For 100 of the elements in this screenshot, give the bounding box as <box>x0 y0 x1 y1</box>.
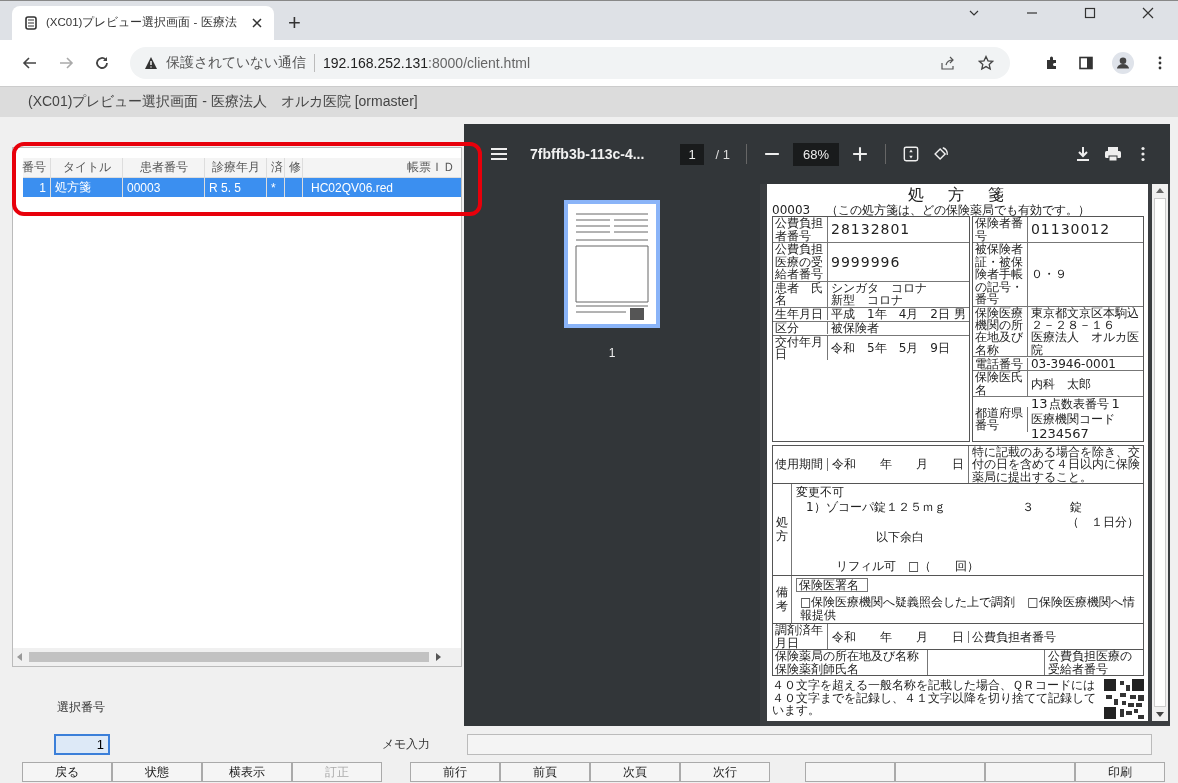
drug-unit: 錠 <box>1070 500 1082 514</box>
function-button[interactable]: 印刷 <box>1075 762 1165 783</box>
form-label: 交付年月日 <box>773 335 828 361</box>
column-header[interactable]: 診療年月 <box>205 158 267 178</box>
scroll-down-icon[interactable] <box>1156 711 1164 718</box>
warning-icon <box>144 56 158 71</box>
form-value: 東京都文京区本駒込２－２８－１６ <box>1030 306 1140 332</box>
form-label: 患者 氏名 <box>773 281 828 307</box>
table-cell: R 5. 5 <box>205 178 267 198</box>
side-panel-icon[interactable] <box>1078 55 1094 72</box>
form-value: 9999996 <box>831 254 901 270</box>
thumbnail-label: 1 <box>608 346 616 361</box>
print-icon[interactable] <box>1104 146 1122 163</box>
form-label: 使用期間 <box>773 458 828 471</box>
new-tab-button[interactable]: + <box>288 10 301 35</box>
security-label: 保護されていない通信 <box>166 54 306 73</box>
form-value: 内科 太郎 <box>1030 377 1091 391</box>
form-label: 保険医署名 <box>796 577 868 593</box>
column-header[interactable]: 患者番号 <box>123 158 205 178</box>
column-header[interactable]: 番号 <box>23 158 51 178</box>
vertical-scrollbar[interactable] <box>1152 184 1168 722</box>
function-button[interactable]: 次頁 <box>590 762 680 783</box>
form-label: 保険医療機関の所在地及び名称 <box>972 306 1028 357</box>
drug-name: 1）ゾコーパ錠１２５ｍｇ <box>806 500 947 514</box>
scroll-up-icon[interactable] <box>1156 188 1164 195</box>
horizontal-scrollbar[interactable] <box>13 648 461 667</box>
form-value: 新型 コロナ <box>831 294 904 307</box>
qr-code-drawing <box>1104 679 1144 720</box>
profile-avatar-icon[interactable] <box>1112 52 1134 75</box>
function-button[interactable]: 状態 <box>112 762 202 783</box>
form-value: 1 <box>1111 397 1120 411</box>
form-value: 男 <box>953 307 966 321</box>
close-icon[interactable] <box>252 17 262 28</box>
memo-field[interactable] <box>467 734 1152 756</box>
form-label: 公費負担者番号 <box>773 217 828 243</box>
table-cell: 00003 <box>123 178 205 198</box>
form-value: ０・９ <box>1030 268 1067 281</box>
rotate-icon[interactable] <box>932 146 951 163</box>
form-label: 公費負担者番号 <box>968 630 1067 643</box>
drug-quantity: ３ <box>1022 500 1034 514</box>
select-number-field[interactable]: 1 <box>54 734 110 756</box>
url-text: 192.168.252.131:8000/client.html <box>323 55 531 72</box>
patient-code: 00003 <box>772 203 811 217</box>
form-value: 被保険者 <box>831 321 879 335</box>
form-label: 公費負担医療の受給者番号 <box>773 243 828 281</box>
column-header[interactable]: 帳票ＩＤ <box>303 158 461 178</box>
form-value: 令和 5年 5月 9日 <box>831 341 950 355</box>
form-label: 保険医氏名 <box>972 371 1028 397</box>
form-label: 被保険者証・被保険者手帳の記号・番号 <box>972 243 1028 306</box>
function-button[interactable]: 次行 <box>680 762 770 783</box>
form-label: 調剤済年月日 <box>773 624 828 650</box>
form-note: □保険医療機関へ疑義照会した上で調剤 □保険医療機関へ情報提供 <box>799 596 1136 622</box>
address-bar[interactable]: 保護されていない通信 192.168.252.131:8000/client.html <box>130 47 1010 80</box>
form-label: 保険薬剤師氏名 <box>775 662 859 676</box>
file-name: 7fbffb3b-113c-4... <box>530 146 645 163</box>
table-cell: 処方箋 <box>51 178 123 198</box>
form-value: 点数表番号 <box>1049 397 1110 411</box>
form-value: 1234567 <box>1030 427 1089 441</box>
maximize-icon[interactable] <box>1084 7 1096 20</box>
reload-icon[interactable] <box>94 55 110 72</box>
form-value: シンガタ コロナ <box>831 281 927 295</box>
form-note: 変更不可 <box>796 486 845 499</box>
dosage-days: （ １日分） <box>1067 516 1139 529</box>
close-icon[interactable] <box>1142 7 1154 20</box>
refill-note: リフィル可 □（ 回） <box>835 560 981 573</box>
share-icon[interactable] <box>940 55 956 72</box>
zoom-in-icon[interactable] <box>851 146 870 163</box>
zoom-field[interactable]: 68% <box>793 142 840 166</box>
form-label: 処方 <box>773 484 792 575</box>
scroll-right-icon[interactable] <box>435 653 441 662</box>
tab-title: (XC01)プレビュー選択画面 - 医療法 <box>46 15 238 31</box>
menu-icon[interactable] <box>490 146 508 163</box>
column-header[interactable]: 修 <box>285 158 303 178</box>
app-icon <box>24 15 38 30</box>
table-cell: 1 <box>23 178 51 198</box>
fit-page-icon[interactable] <box>902 146 921 163</box>
form-value: 医療法人 オルカ医院 <box>1030 331 1140 357</box>
page-total: / 1 <box>715 146 731 162</box>
memo-label: メモ入力 <box>382 736 430 754</box>
table-cell: * <box>267 178 285 198</box>
footer-note: ４０文字を超える一般名称を記載した場合、ＱＲコードには４０文字までを記録し、４１文字以降を切り捨てて記録しています。 <box>772 679 1096 717</box>
function-button[interactable]: 戻る <box>22 762 112 783</box>
star-icon[interactable] <box>978 55 994 72</box>
page-thumbnail[interactable] <box>564 200 660 329</box>
form-note: 特に記載のある場合を除き、交付の日を含めて４日以内に保険薬局に提出すること。 <box>968 445 1143 484</box>
form-value: 令和 年 月 日 <box>831 630 965 643</box>
function-button[interactable]: 横表示 <box>202 762 292 783</box>
browser-tab[interactable]: (XC01)プレビュー選択画面 - 医療法 <box>12 5 274 40</box>
form-label: 都道府県番号 <box>972 406 1028 432</box>
form-label: 備考 <box>773 575 792 624</box>
function-button[interactable]: 前行 <box>410 762 500 783</box>
function-button[interactable]: 前頁 <box>500 762 590 783</box>
download-icon[interactable] <box>1074 146 1092 163</box>
form-value: 28132801 <box>831 222 911 237</box>
form-value: 13 <box>1030 397 1048 411</box>
column-header[interactable]: 済 <box>267 158 285 178</box>
page-number-field[interactable]: 1 <box>680 143 704 165</box>
form-value: 令和 年 月 日 <box>831 458 965 471</box>
column-header[interactable]: タイトル <box>51 158 123 178</box>
app-title: (XC01)プレビュー選択画面 - 医療法人 オルカ医院 [ormaster] <box>28 93 418 112</box>
